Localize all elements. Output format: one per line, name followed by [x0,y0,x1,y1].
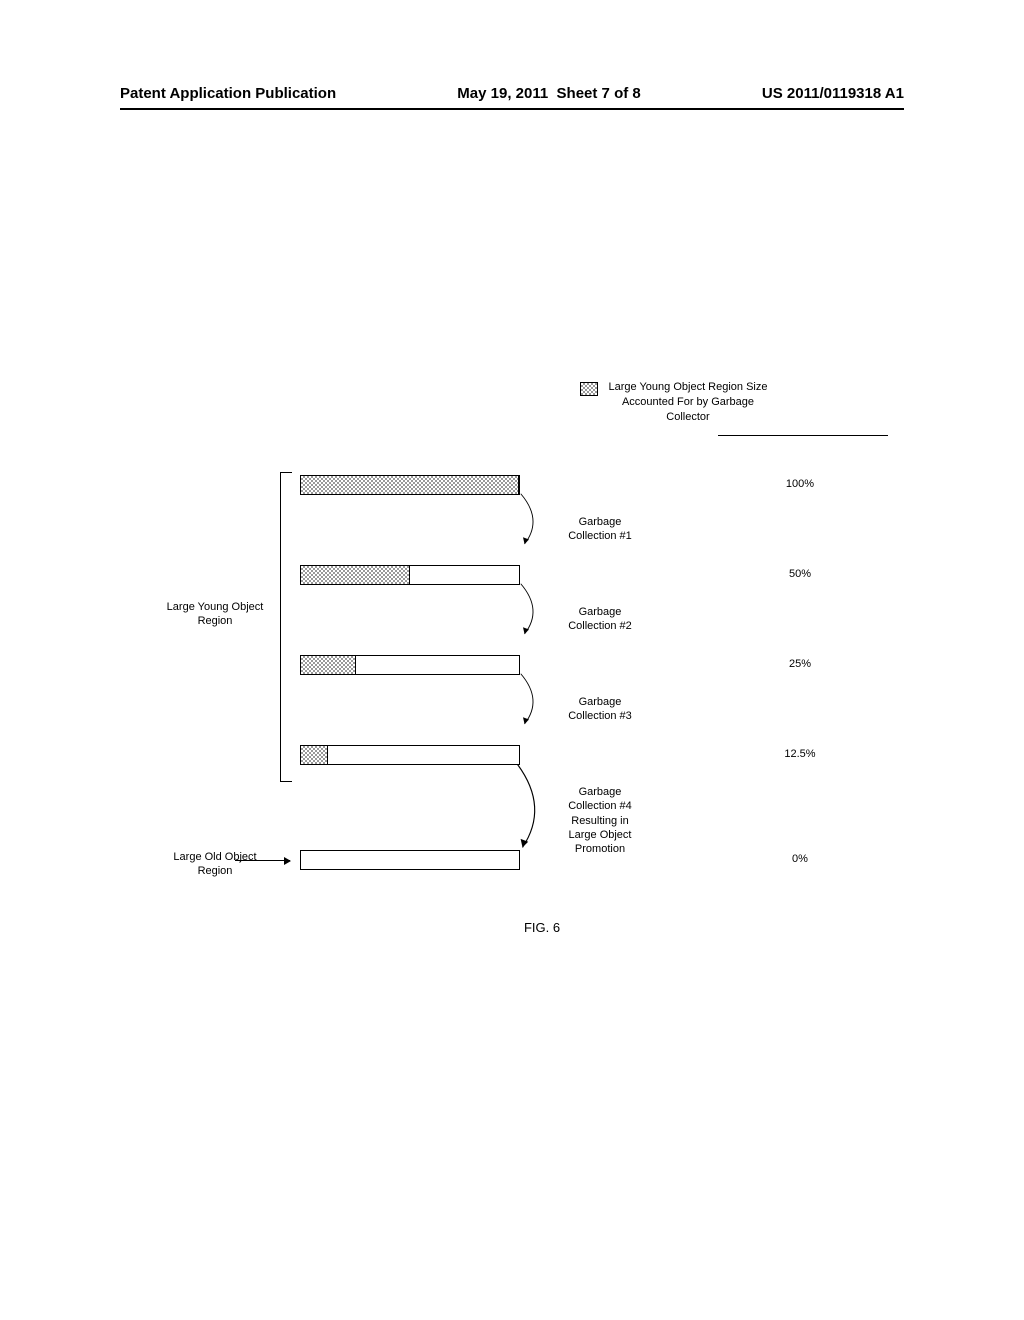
old-region-arrow [235,860,290,861]
legend-text: Large Young Object Region Size Accounted… [608,380,768,425]
young-region-bracket [280,472,292,782]
pct-50: 50% [760,568,840,580]
legend: Large Young Object Region Size Accounted… [580,380,768,425]
bar-0-old [300,850,520,870]
pub-date-sheet: May 19, 2011 Sheet 7 of 8 [457,85,640,102]
figure-caption: FIG. 6 [120,920,964,935]
pct-12: 12.5% [760,748,840,760]
legend-swatch [580,382,598,396]
pct-0: 0% [760,853,840,865]
gc4-label: Garbage Collection #4 Resulting in Large… [545,785,655,856]
sheet-num: Sheet 7 of 8 [557,85,641,102]
pct-25: 25% [760,658,840,670]
young-region-label: Large Young Object Region [155,600,275,629]
bar-12 [300,745,520,765]
page-header: Patent Application Publication May 19, 2… [120,85,904,110]
old-region-label: Large Old Object Region [155,850,275,879]
publication-type: Patent Application Publication [120,85,336,102]
bar-100 [300,475,520,495]
bar-50 [300,565,520,585]
gc2-label: Garbage Collection #2 [545,605,655,634]
pct-100: 100% [760,478,840,490]
pub-number: US 2011/0119318 A1 [762,85,904,102]
gc1-label: Garbage Collection #1 [545,515,655,544]
pub-date: May 19, 2011 [457,85,548,102]
percent-column-header-rule [718,435,888,442]
bar-25 [300,655,520,675]
gc3-label: Garbage Collection #3 [545,695,655,724]
